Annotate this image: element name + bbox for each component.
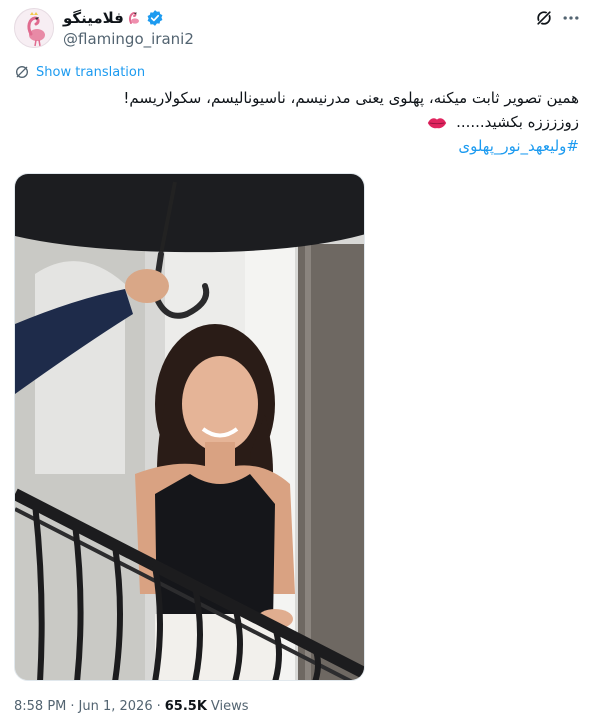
avatar[interactable]	[14, 8, 54, 48]
verified-badge-icon[interactable]	[146, 9, 164, 27]
display-name-row: فلامینگو	[63, 8, 194, 28]
tweet-photo[interactable]	[14, 173, 365, 681]
tweet-text-line-2-row: زوززززه بکشید......	[19, 110, 579, 134]
photo-woman-umbrella-balcony	[15, 174, 364, 680]
user-header: فلامینگو @flamingo_irani2	[63, 8, 194, 48]
views-count: 65.5K	[164, 699, 207, 714]
show-translation-link[interactable]: Show translation	[36, 65, 145, 80]
tweet-card[interactable]: فلامینگو @flamingo_irani2 Show translati…	[0, 0, 597, 721]
show-translation-row[interactable]: Show translation	[14, 64, 145, 80]
tweet-text: همین تصویر ثابت میکنه، پهلوی یعنی مدرنیس…	[19, 86, 579, 158]
meta-separator: ·	[70, 699, 75, 714]
meta-separator-2: ·	[156, 699, 161, 714]
tweet-text-line-2: زوززززه بکشید......	[456, 113, 579, 131]
hashtag-link[interactable]: #ولیعهد_نور_پهلوی	[19, 134, 579, 158]
tweet-date[interactable]: Jun 1, 2026	[79, 699, 153, 714]
flamingo-emoji-icon	[128, 11, 139, 24]
user-handle[interactable]: @flamingo_irani2	[63, 30, 194, 48]
tweet-text-line-1: همین تصویر ثابت میکنه، پهلوی یعنی مدرنیس…	[123, 89, 579, 107]
more-options-icon[interactable]	[561, 8, 581, 28]
flamingo-avatar-icon	[15, 9, 53, 47]
views-label: Views	[210, 699, 249, 714]
display-name[interactable]: فلامینگو	[63, 9, 124, 27]
tweet-time[interactable]: 8:58 PM	[14, 699, 66, 714]
translate-icon	[16, 66, 28, 78]
kiss-lips-emoji-icon	[428, 117, 447, 128]
tweet-meta: 8:58 PM · Jun 1, 2026 · 65.5K Views	[14, 699, 249, 714]
grok-icon[interactable]	[534, 8, 554, 28]
